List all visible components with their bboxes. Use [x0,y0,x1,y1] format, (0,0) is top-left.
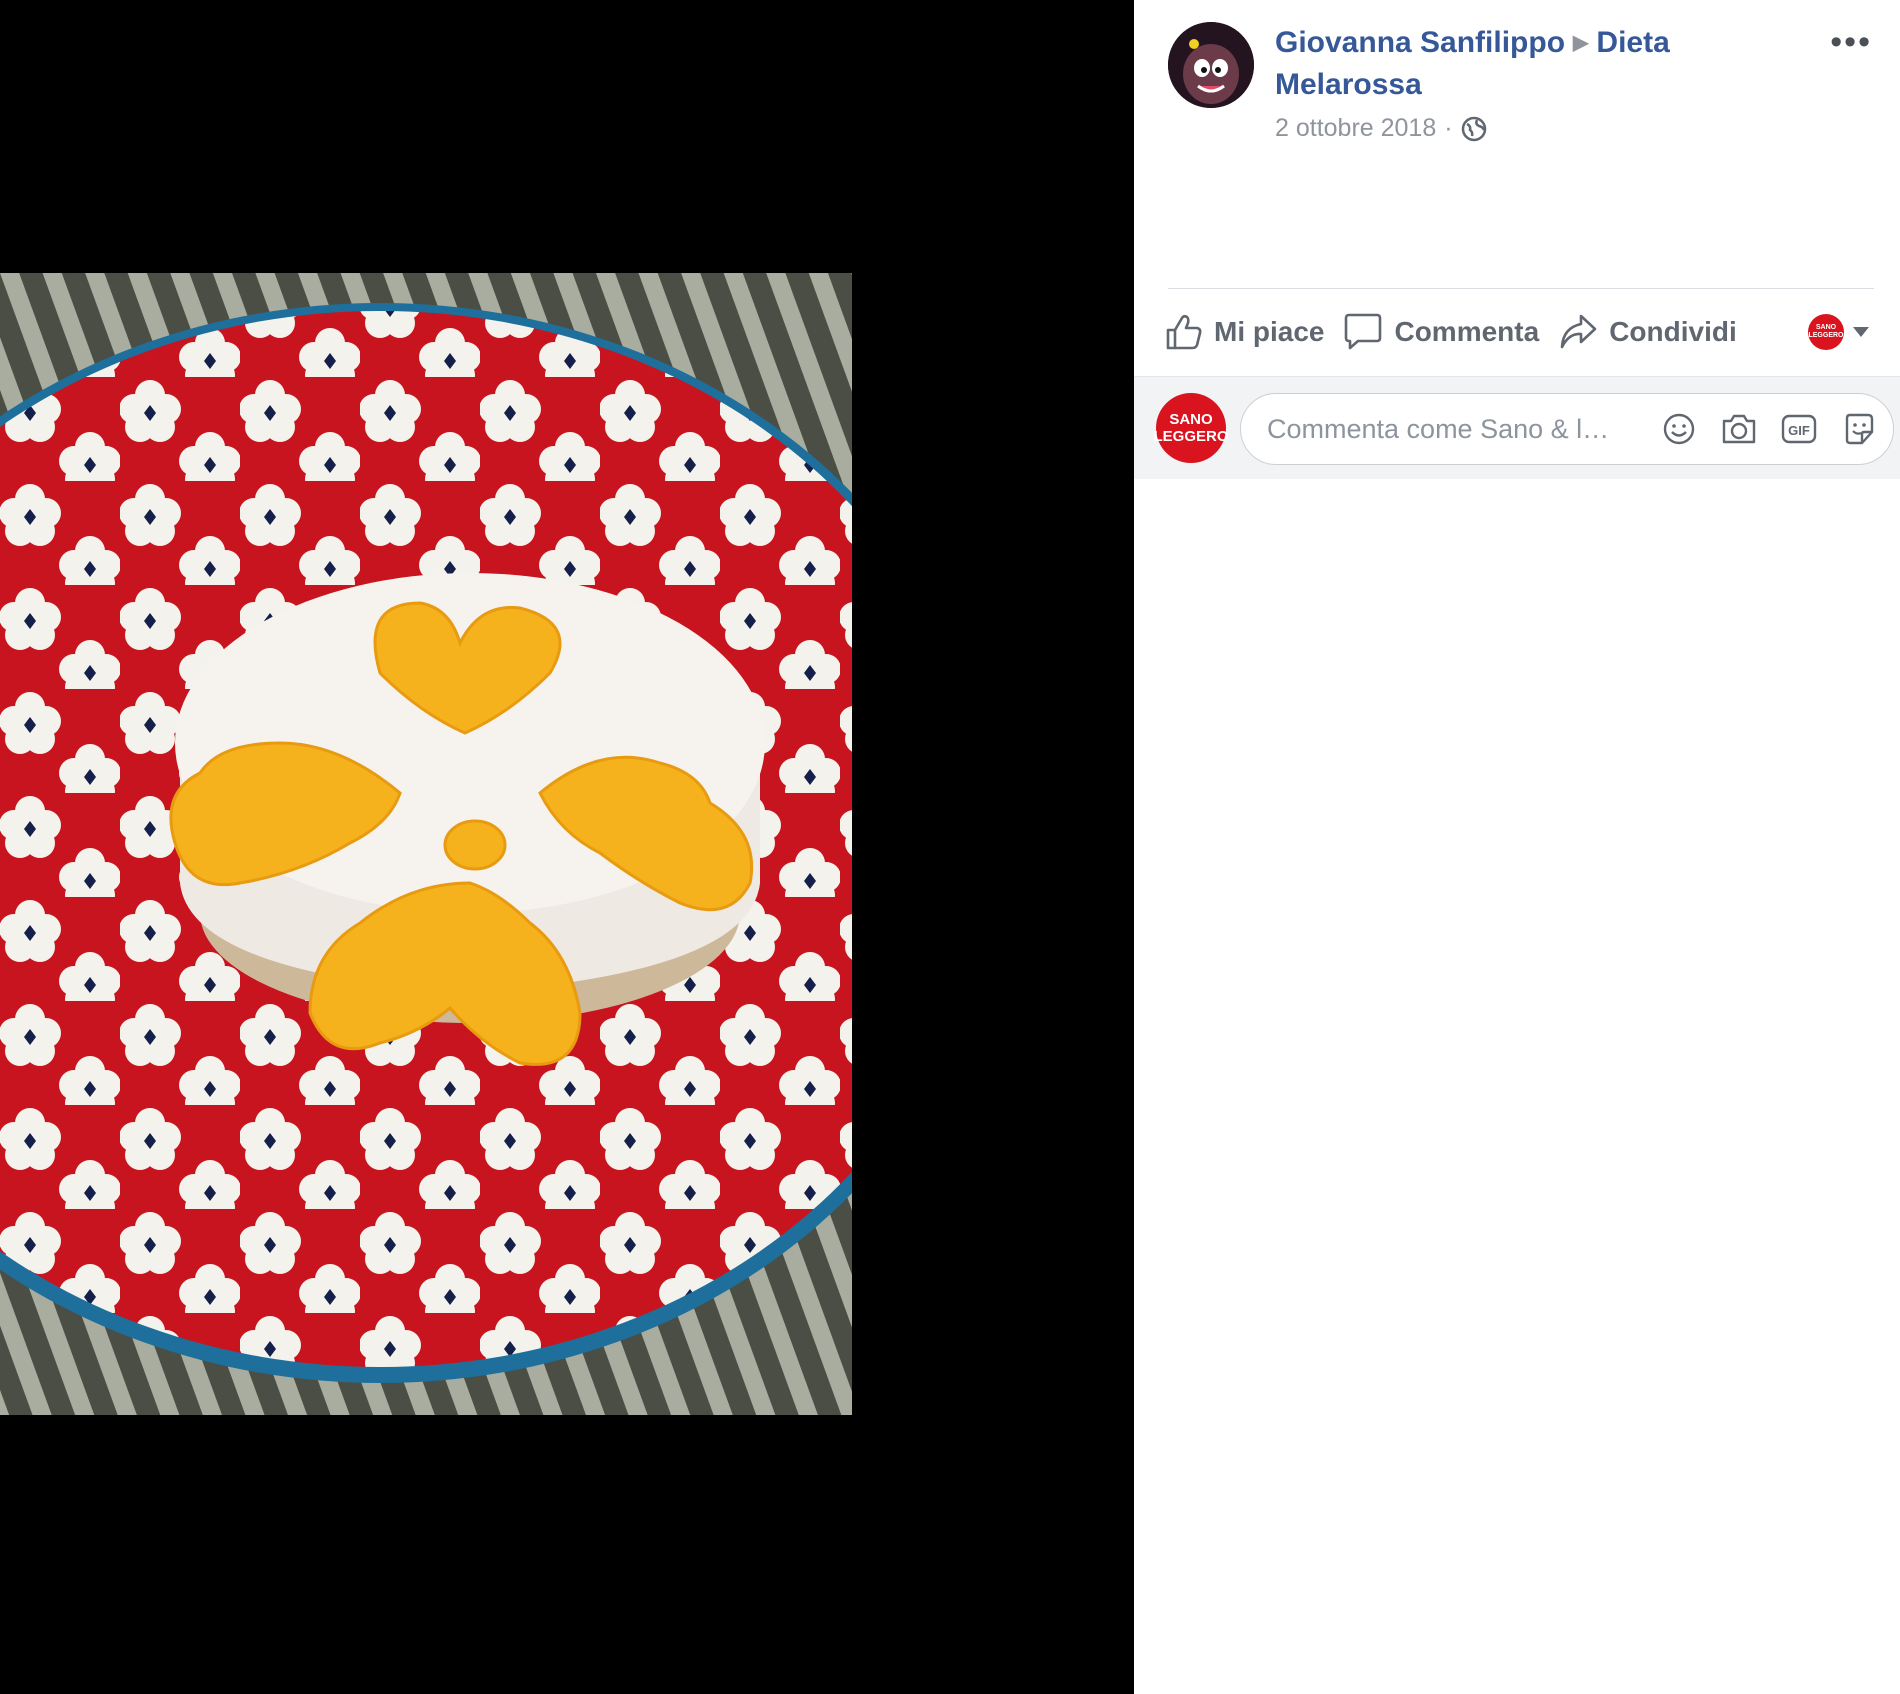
globe-icon[interactable] [1461,116,1487,142]
commenter-avatar-line1: SANO [1169,411,1213,428]
author-name-link[interactable]: Giovanna Sanfilippo [1275,26,1565,59]
author-avatar[interactable] [1168,22,1254,108]
caret-down-icon [1853,327,1869,337]
page-avatar-line2: LEGGERO [1808,332,1844,339]
cheesecake-photo [0,273,852,1415]
comment-composer: SANO LEGGERO GIF [1134,376,1900,479]
commenter-avatar-line2: LEGGERO [1153,428,1229,445]
post-photo[interactable] [0,273,852,1415]
post-timestamp: 2 ottobre 2018 · [1275,114,1487,143]
actions-divider [1168,288,1874,289]
like-button[interactable]: Mi piace [1164,312,1324,352]
camera-icon [1722,414,1756,444]
gif-label: GIF [1788,423,1810,438]
more-options-button[interactable]: ••• [1830,22,1872,62]
post-details-panel: Giovanna Sanfilippo ▶ Dieta Melarossa 2 ot… [1134,0,1900,1694]
comment-label: Commenta [1394,316,1540,347]
sticker-button[interactable] [1839,409,1879,449]
timestamp-separator: · [1444,114,1453,142]
timestamp-text[interactable]: 2 ottobre 2018 [1275,114,1436,143]
share-button[interactable]: Condividi [1557,312,1737,352]
gif-icon: GIF [1781,414,1817,444]
arrow-right-icon: ▶ [1573,32,1589,54]
smiley-icon [1663,413,1695,445]
comment-input-box: GIF [1240,393,1894,465]
gif-button[interactable]: GIF [1779,409,1819,449]
cartoon-avatar-icon [1168,22,1254,108]
page-avatar: SANO LEGGERO [1808,314,1844,350]
comment-button[interactable]: Commenta [1342,312,1539,352]
sticker-icon [1845,413,1874,445]
page-selector-dropdown[interactable]: SANO LEGGERO [1808,314,1870,350]
photo-button[interactable] [1719,409,1759,449]
emoji-button[interactable] [1659,409,1699,449]
comment-input[interactable] [1241,412,1639,446]
commenter-avatar[interactable]: SANO LEGGERO [1153,393,1229,463]
post-actions-bar: Mi piace Commenta Condividi SANO LEGGERO [1164,300,1874,364]
photo-viewer [0,0,1134,1694]
comment-bubble-icon [1345,313,1382,350]
thumbs-up-icon [1166,314,1202,350]
like-label: Mi piace [1214,316,1325,347]
page-avatar-line1: SANO [1815,324,1837,331]
share-arrow-icon [1560,314,1597,349]
share-label: Condividi [1609,316,1737,347]
post-header-title: Giovanna Sanfilippo ▶ Dieta Melarossa [1275,22,1715,106]
